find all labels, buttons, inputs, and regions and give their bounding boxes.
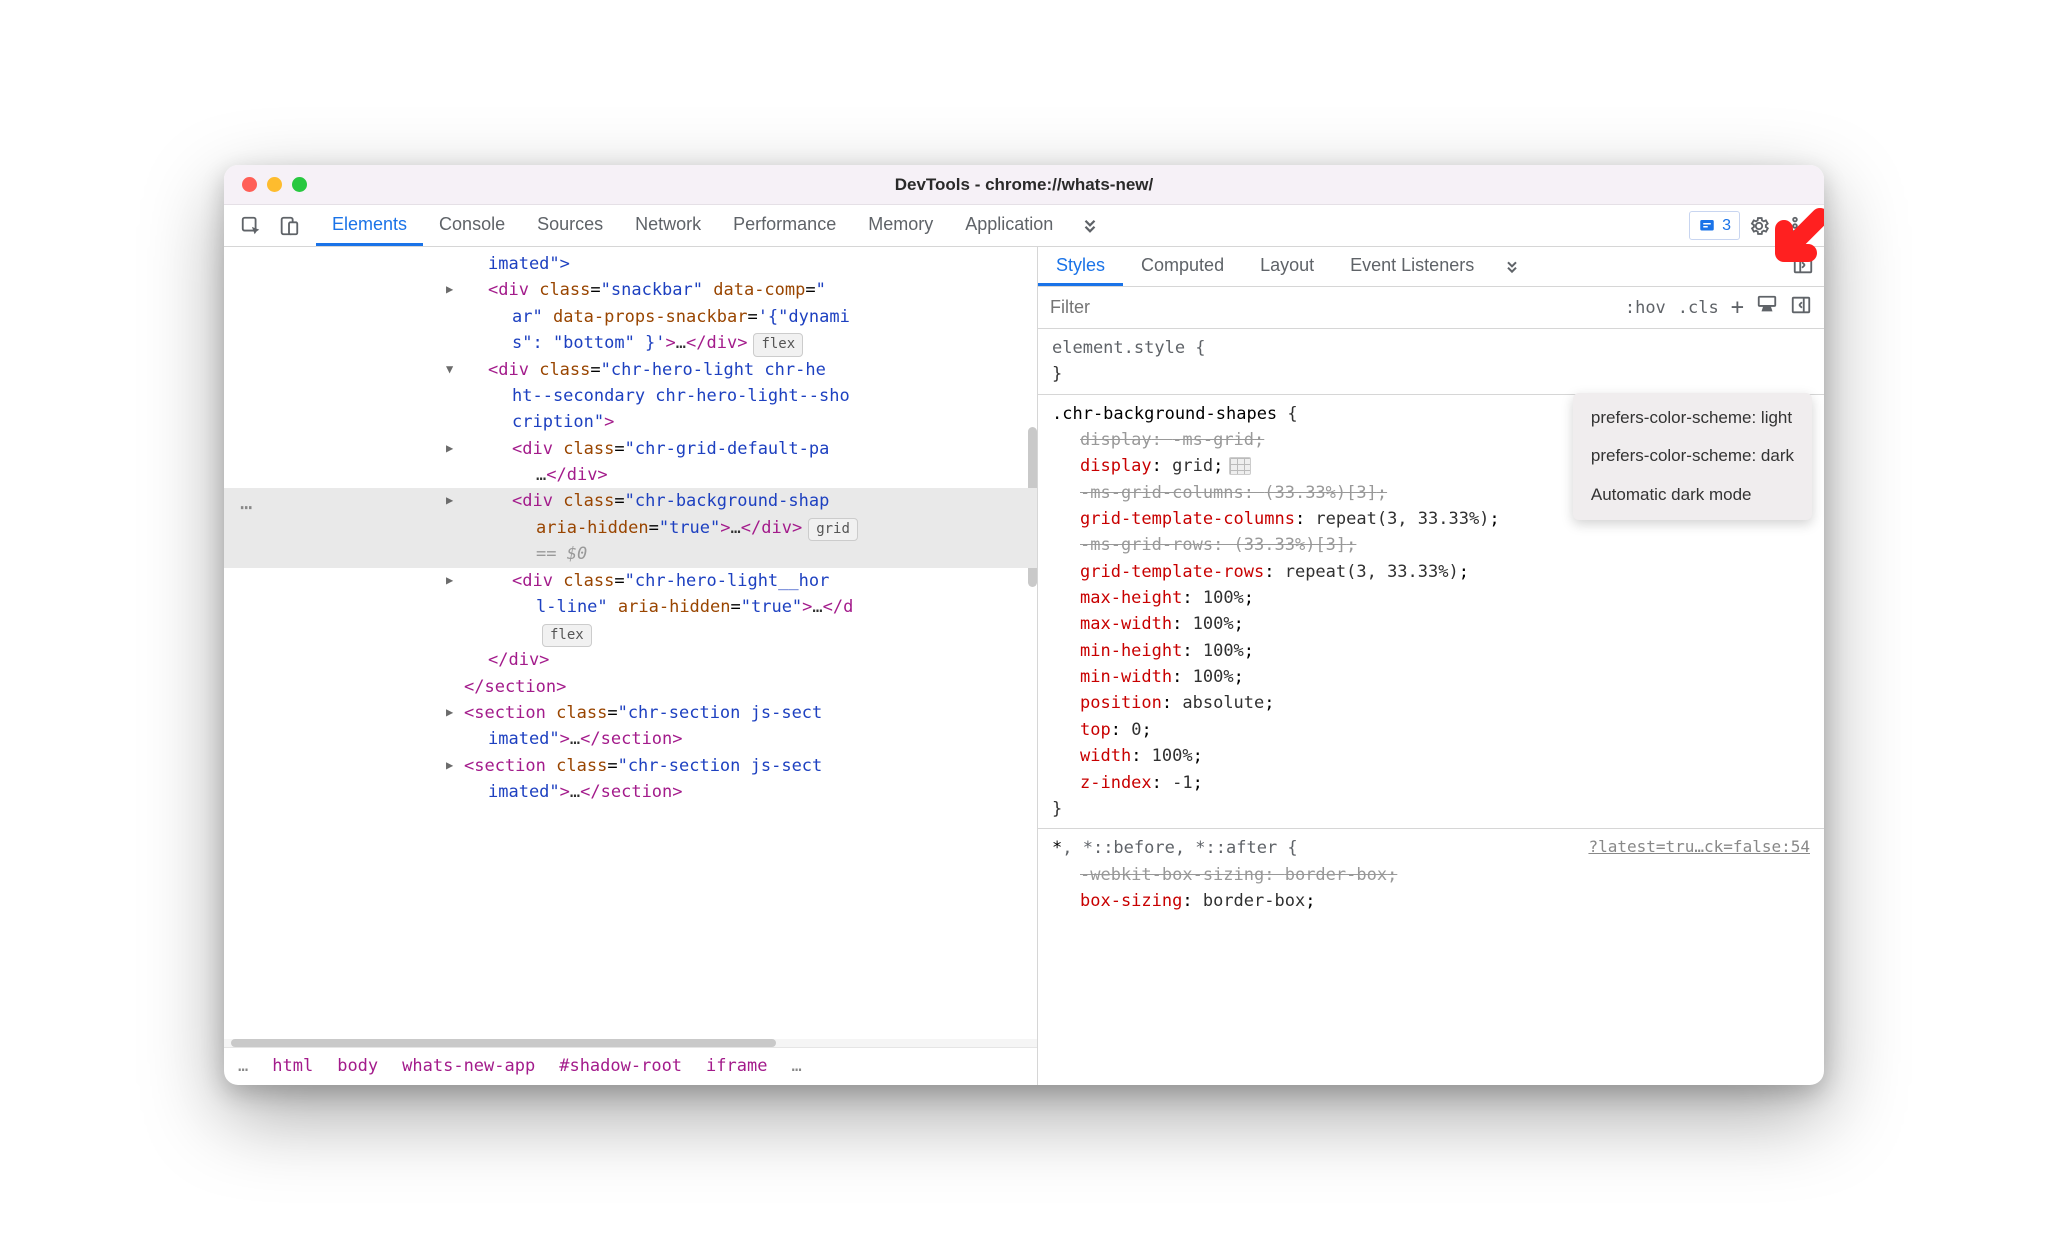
breadcrumbs: … html body whats-new-app #shadow-root i… bbox=[224, 1047, 1037, 1085]
issues-badge[interactable]: 3 bbox=[1689, 211, 1740, 240]
device-toggle-icon[interactable] bbox=[278, 215, 300, 237]
css-property[interactable]: max-width: 100%; bbox=[1052, 611, 1810, 637]
computed-sidebar-icon[interactable] bbox=[1790, 294, 1812, 321]
window-title: DevTools - chrome://whats-new/ bbox=[224, 175, 1824, 195]
tab-console[interactable]: Console bbox=[423, 205, 521, 246]
breadcrumb-item[interactable]: html bbox=[272, 1053, 313, 1079]
more-tabs-icon[interactable] bbox=[1069, 205, 1111, 246]
styles-filter-input[interactable] bbox=[1050, 297, 1613, 318]
popup-item-dark[interactable]: prefers-color-scheme: dark bbox=[1573, 437, 1812, 475]
css-property[interactable]: width: 100%; bbox=[1052, 743, 1810, 769]
expand-icon[interactable]: ▼ bbox=[446, 360, 453, 379]
breadcrumb-item[interactable]: iframe bbox=[706, 1053, 767, 1079]
issues-count: 3 bbox=[1722, 217, 1731, 235]
main-toolbar: Elements Console Sources Network Perform… bbox=[224, 205, 1824, 247]
breadcrumb-overflow[interactable]: … bbox=[238, 1053, 248, 1079]
css-property[interactable]: top: 0; bbox=[1052, 717, 1810, 743]
tab-memory[interactable]: Memory bbox=[852, 205, 949, 246]
inspect-icon[interactable] bbox=[240, 215, 262, 237]
tab-performance[interactable]: Performance bbox=[717, 205, 852, 246]
new-style-button[interactable]: + bbox=[1731, 295, 1744, 320]
styles-filter-bar: :hov .cls + bbox=[1038, 287, 1824, 329]
overflow-icon[interactable]: ⋯ bbox=[240, 492, 254, 523]
styles-panel: Styles Computed Layout Event Listeners :… bbox=[1038, 247, 1824, 1085]
dom-h-scrollbar[interactable] bbox=[224, 1039, 1037, 1047]
collapse-icon[interactable]: ▶ bbox=[446, 439, 453, 458]
source-link[interactable]: ?latest=tru…ck=false:54 bbox=[1588, 835, 1810, 860]
flex-badge[interactable]: flex bbox=[753, 333, 803, 357]
rendering-emulation-popup: prefers-color-scheme: light prefers-colo… bbox=[1573, 393, 1812, 520]
breadcrumb-item[interactable]: body bbox=[337, 1053, 378, 1079]
rendering-emulation-icon[interactable] bbox=[1756, 294, 1778, 321]
css-property[interactable]: min-width: 100%; bbox=[1052, 664, 1810, 690]
collapse-icon[interactable]: ▶ bbox=[446, 571, 453, 590]
collapse-icon[interactable]: ▶ bbox=[446, 491, 453, 510]
collapse-icon[interactable]: ▶ bbox=[446, 280, 453, 299]
dom-panel: imated"> ▶<div class="snackbar" data-com… bbox=[224, 247, 1038, 1085]
main-tabs: Elements Console Sources Network Perform… bbox=[316, 205, 1681, 246]
styles-body[interactable]: prefers-color-scheme: light prefers-colo… bbox=[1038, 329, 1824, 1085]
devtools-window: DevTools - chrome://whats-new/ Elements … bbox=[224, 165, 1824, 1085]
breadcrumb-overflow[interactable]: … bbox=[791, 1053, 801, 1079]
main-panels: imated"> ▶<div class="snackbar" data-com… bbox=[224, 247, 1824, 1085]
tab-event-listeners[interactable]: Event Listeners bbox=[1332, 247, 1492, 286]
css-property[interactable]: position: absolute; bbox=[1052, 690, 1810, 716]
collapse-icon[interactable]: ▶ bbox=[446, 756, 453, 775]
window-titlebar: DevTools - chrome://whats-new/ bbox=[224, 165, 1824, 205]
styles-tabs: Styles Computed Layout Event Listeners bbox=[1038, 247, 1824, 287]
flex-badge[interactable]: flex bbox=[542, 624, 592, 648]
breadcrumb-item[interactable]: whats-new-app bbox=[402, 1053, 535, 1079]
annotation-arrow-icon bbox=[1760, 247, 1824, 282]
toggle-classes-button[interactable]: .cls bbox=[1678, 298, 1719, 318]
grid-badge[interactable]: grid bbox=[808, 518, 858, 542]
breadcrumb-item[interactable]: #shadow-root bbox=[559, 1053, 682, 1079]
tab-application[interactable]: Application bbox=[949, 205, 1069, 246]
tab-styles[interactable]: Styles bbox=[1038, 247, 1123, 286]
element-style-rule[interactable]: element.style { } bbox=[1052, 335, 1810, 388]
grid-editor-icon[interactable] bbox=[1229, 457, 1251, 475]
tab-computed[interactable]: Computed bbox=[1123, 247, 1242, 286]
css-property[interactable]: -ms-grid-rows: (33.33%)[3]; bbox=[1052, 532, 1810, 558]
toggle-hover-button[interactable]: :hov bbox=[1625, 298, 1666, 318]
css-property[interactable]: grid-template-rows: repeat(3, 33.33%); bbox=[1052, 559, 1810, 585]
tab-layout[interactable]: Layout bbox=[1242, 247, 1332, 286]
popup-item-auto-dark[interactable]: Automatic dark mode bbox=[1573, 476, 1812, 514]
console-ref: == $0 bbox=[536, 544, 587, 564]
selected-dom-node[interactable]: ⋯ ▶<div class="chr-background-shap aria-… bbox=[224, 488, 1037, 567]
dom-tree[interactable]: imated"> ▶<div class="snackbar" data-com… bbox=[224, 247, 1037, 1039]
tab-sources[interactable]: Sources bbox=[521, 205, 619, 246]
css-property[interactable]: min-height: 100%; bbox=[1052, 638, 1810, 664]
popup-item-light[interactable]: prefers-color-scheme: light bbox=[1573, 399, 1812, 437]
css-rule-universal[interactable]: ?latest=tru…ck=false:54 *, *::before, *:… bbox=[1052, 835, 1810, 914]
tab-elements[interactable]: Elements bbox=[316, 205, 423, 246]
tab-network[interactable]: Network bbox=[619, 205, 717, 246]
css-property[interactable]: max-height: 100%; bbox=[1052, 585, 1810, 611]
collapse-icon[interactable]: ▶ bbox=[446, 703, 453, 722]
more-styles-tabs-icon[interactable] bbox=[1492, 247, 1532, 286]
css-property[interactable]: z-index: -1; bbox=[1052, 770, 1810, 796]
